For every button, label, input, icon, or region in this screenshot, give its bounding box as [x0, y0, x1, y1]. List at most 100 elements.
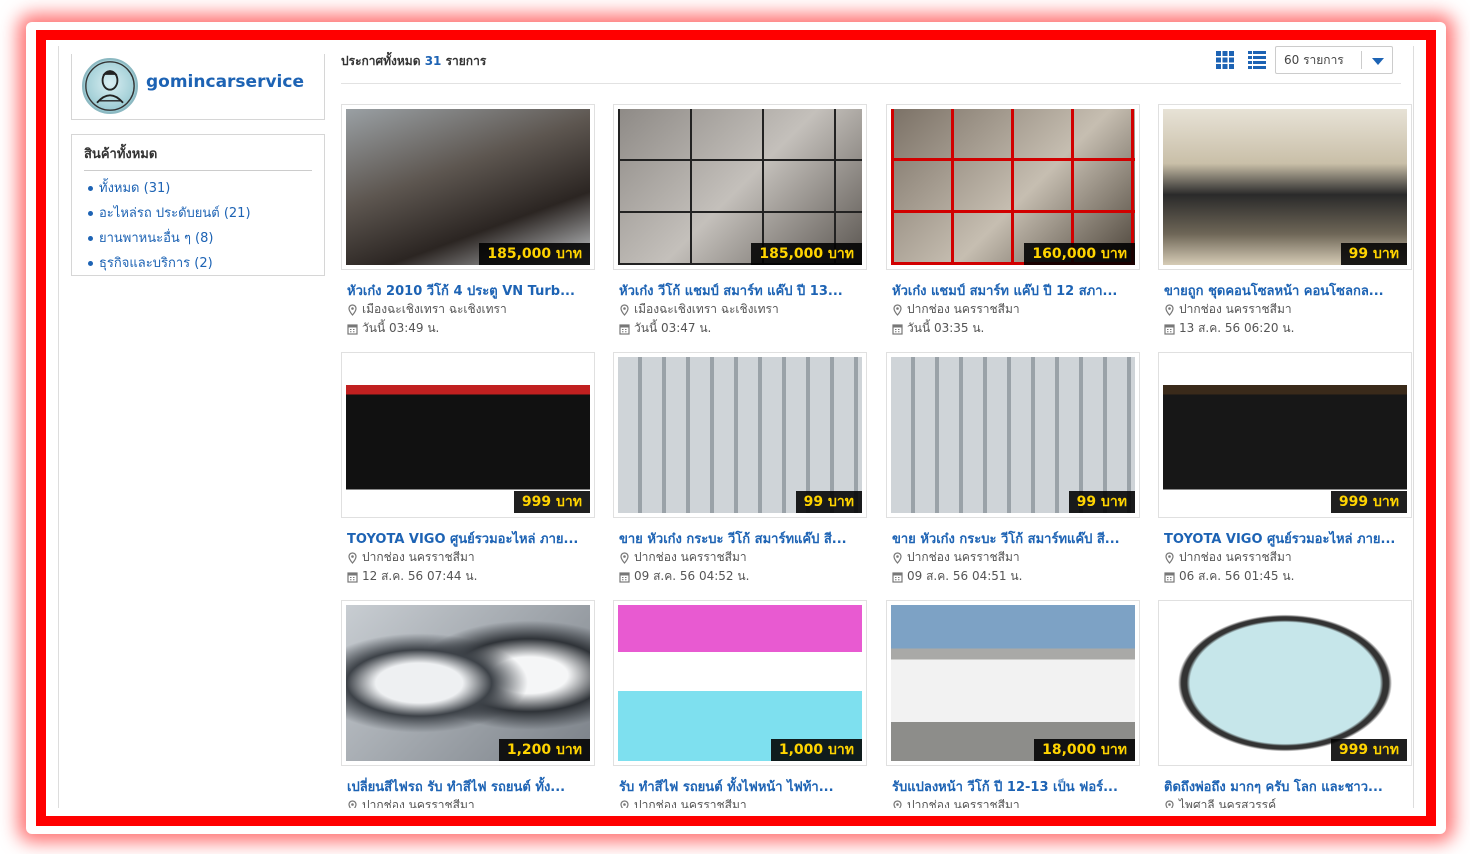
- avatar[interactable]: [82, 58, 138, 114]
- listing-thumbnail[interactable]: 185,000 บาท: [613, 104, 867, 270]
- location-text: ปากช่อง นครราชสีมา: [634, 798, 747, 808]
- listing-title[interactable]: รับ ทำสีไฟ รถยนต์ ทั้งไฟหน้า ไฟท้า...: [619, 776, 863, 797]
- listing-image: [891, 109, 1135, 265]
- shop-page: gomincarservice สินค้าทั้งหมด ทั้งหมด (3…: [58, 46, 1414, 808]
- calendar-icon: [1164, 571, 1175, 583]
- location-text: เมืองฉะเชิงเทรา ฉะเชิงเทรา: [362, 302, 507, 316]
- shop-profile[interactable]: gomincarservice: [71, 54, 325, 120]
- listing-thumbnail[interactable]: 1,200 บาท: [341, 600, 595, 766]
- listing-card[interactable]: 185,000 บาท หัวเก๋ง 2010 วีโก้ 4 ประตู V…: [341, 104, 595, 344]
- listing-thumbnail[interactable]: 999 บาท: [1158, 352, 1412, 518]
- category-item-vehicles[interactable]: ยานพาหนะอื่น ๆ (8): [84, 226, 312, 251]
- category-item-all[interactable]: ทั้งหมด (31): [84, 176, 312, 201]
- category-item-parts[interactable]: อะไหล่รถ ประดับยนต์ (21): [84, 201, 312, 226]
- listing-card[interactable]: 999 บาท ติดถึงพ่อถึง มากๆ ครับ โลก และชา…: [1158, 600, 1412, 808]
- listing-title[interactable]: หัวเก๋ง 2010 วีโก้ 4 ประตู VN Turb...: [347, 280, 591, 301]
- location-text: ปากช่อง นครราชสีมา: [1179, 302, 1292, 316]
- listing-title[interactable]: ติดถึงพ่อถึง มากๆ ครับ โลก และชาว...: [1164, 776, 1408, 797]
- listing-title[interactable]: TOYOTA VIGO ศูนย์รวมอะไหล่ ภาย...: [1164, 528, 1408, 549]
- date-text: 06 ส.ค. 56 01:45 น.: [1179, 569, 1295, 583]
- map-pin-icon: [620, 303, 629, 316]
- listing-image: [346, 605, 590, 761]
- listing-location: ปากช่อง นครราชสีมา: [892, 796, 1020, 808]
- date-text: 13 ส.ค. 56 06:20 น.: [1179, 321, 1295, 335]
- listing-title[interactable]: หัวเก๋ง แชมป์ สมาร์ท แค๊ป ปี 12 สภา...: [892, 280, 1136, 301]
- listing-card[interactable]: 999 บาท TOYOTA VIGO ศูนย์รวมอะไหล่ ภาย..…: [1158, 352, 1412, 592]
- listing-location: เมืองฉะเชิงเทรา ฉะเชิงเทรา: [619, 300, 779, 319]
- date-text: วันนี้ 03:47 น.: [634, 321, 712, 335]
- listing-thumbnail[interactable]: 999 บาท: [341, 352, 595, 518]
- count-suffix: รายการ: [445, 54, 487, 68]
- listing-thumbnail[interactable]: 1,000 บาท: [613, 600, 867, 766]
- location-text: ปากช่อง นครราชสีมา: [634, 550, 747, 564]
- listing-card[interactable]: 18,000 บาท รับแปลงหน้า วีโก้ ปี 12-13 เป…: [886, 600, 1140, 808]
- location-text: ปากช่อง นครราชสีมา: [907, 798, 1020, 808]
- listing-thumbnail[interactable]: 99 บาท: [886, 352, 1140, 518]
- listing-image: [346, 109, 590, 265]
- listing-thumbnail[interactable]: 999 บาท: [1158, 600, 1412, 766]
- listing-thumbnail[interactable]: 160,000 บาท: [886, 104, 1140, 270]
- listing-image: [891, 357, 1135, 513]
- listing-title[interactable]: ขายถูก ชุดคอนโซลหน้า คอนโซลกล...: [1164, 280, 1408, 301]
- price-badge: 999 บาท: [1330, 491, 1407, 513]
- listing-location: ปากช่อง นครราชสีมา: [347, 796, 475, 808]
- price-badge: 160,000 บาท: [1024, 243, 1135, 265]
- listing-image: [1163, 357, 1407, 513]
- calendar-icon: [892, 571, 903, 583]
- listing-card[interactable]: 99 บาท ขาย หัวเก๋ง กระบะ วีโก้ สมาร์ทแค๊…: [613, 352, 867, 592]
- category-label: ยานพาหนะอื่น ๆ (8): [99, 231, 214, 246]
- listing-thumbnail[interactable]: 99 บาท: [1158, 104, 1412, 270]
- map-pin-icon: [1165, 799, 1174, 808]
- select-divider: [1361, 51, 1362, 69]
- listing-image: [618, 605, 862, 761]
- listing-date: วันนี้ 03:49 น.: [347, 319, 439, 338]
- listing-date: วันนี้ 03:47 น.: [619, 319, 711, 338]
- listing-location: ปากช่อง นครราชสีมา: [892, 548, 1020, 567]
- calendar-icon: [1164, 323, 1175, 335]
- category-item-services[interactable]: ธุรกิจและบริการ (2): [84, 251, 312, 276]
- list-view-icon[interactable]: [1247, 50, 1267, 70]
- listing-location: ปากช่อง นครราชสีมา: [1164, 300, 1292, 319]
- red-frame: gomincarservice สินค้าทั้งหมด ทั้งหมด (3…: [36, 30, 1436, 826]
- listing-card[interactable]: 185,000 บาท หัวเก๋ง วีโก้ แชมป์ สมาร์ท แ…: [613, 104, 867, 344]
- listing-title[interactable]: ขาย หัวเก๋ง กระบะ วีโก้ สมาร์ทแค๊ป สี...: [892, 528, 1136, 549]
- listing-location: ปากช่อง นครราชสีมา: [619, 548, 747, 567]
- grid-view-icon[interactable]: [1215, 50, 1235, 70]
- listing-title[interactable]: รับแปลงหน้า วีโก้ ปี 12-13 เป็น ฟอร์...: [892, 776, 1136, 797]
- listing-image: [1163, 605, 1407, 761]
- listing-location: ปากช่อง นครราชสีมา: [619, 796, 747, 808]
- listing-card[interactable]: 1,000 บาท รับ ทำสีไฟ รถยนต์ ทั้งไฟหน้า ไ…: [613, 600, 867, 808]
- listing-date: 13 ส.ค. 56 06:20 น.: [1164, 319, 1294, 338]
- listing-card[interactable]: 999 บาท TOYOTA VIGO ศูนย์รวมอะไหล่ ภาย..…: [341, 352, 595, 592]
- listing-title[interactable]: เปลี่ยนสีไฟรถ รับ ทำสีไฟ รถยนต์ ทั้ง...: [347, 776, 591, 797]
- map-pin-icon: [1165, 551, 1174, 564]
- listing-image: [346, 357, 590, 513]
- listing-location: ปากช่อง นครราชสีมา: [347, 548, 475, 567]
- listing-title[interactable]: TOYOTA VIGO ศูนย์รวมอะไหล่ ภาย...: [347, 528, 591, 549]
- listing-date: 09 ส.ค. 56 04:52 น.: [619, 567, 749, 586]
- calendar-icon: [892, 323, 903, 335]
- price-badge: 99 บาท: [1340, 243, 1407, 265]
- listing-card[interactable]: 1,200 บาท เปลี่ยนสีไฟรถ รับ ทำสีไฟ รถยนต…: [341, 600, 595, 808]
- calendar-icon: [347, 323, 358, 335]
- portrait-logo-icon: [85, 61, 135, 111]
- per-page-select[interactable]: 60 รายการ: [1275, 46, 1393, 74]
- count-prefix: ประกาศทั้งหมด: [341, 54, 421, 68]
- map-pin-icon: [620, 551, 629, 564]
- listing-title[interactable]: ขาย หัวเก๋ง กระบะ วีโก้ สมาร์ทแค๊ป สี...: [619, 528, 863, 549]
- category-label: ทั้งหมด (31): [99, 181, 171, 196]
- listing-title[interactable]: หัวเก๋ง วีโก้ แชมป์ สมาร์ท แค๊ป ปี 13...: [619, 280, 863, 301]
- listing-card[interactable]: 160,000 บาท หัวเก๋ง แชมป์ สมาร์ท แค๊ป ปี…: [886, 104, 1140, 344]
- location-text: ปากช่อง นครราชสีมา: [1179, 550, 1292, 564]
- listing-card[interactable]: 99 บาท ขาย หัวเก๋ง กระบะ วีโก้ สมาร์ทแค๊…: [886, 352, 1140, 592]
- listing-card[interactable]: 99 บาท ขายถูก ชุดคอนโซลหน้า คอนโซลกล... …: [1158, 104, 1412, 344]
- listing-thumbnail[interactable]: 185,000 บาท: [341, 104, 595, 270]
- per-page-value: 60 รายการ: [1284, 53, 1344, 67]
- listing-thumbnail[interactable]: 18,000 บาท: [886, 600, 1140, 766]
- shop-name[interactable]: gomincarservice: [146, 72, 304, 92]
- listing-date: 06 ส.ค. 56 01:45 น.: [1164, 567, 1294, 586]
- bullet-icon: [88, 186, 93, 191]
- calendar-icon: [347, 571, 358, 583]
- listing-thumbnail[interactable]: 99 บาท: [613, 352, 867, 518]
- listing-location: ไพศาลี นครสวรรค์: [1164, 796, 1276, 808]
